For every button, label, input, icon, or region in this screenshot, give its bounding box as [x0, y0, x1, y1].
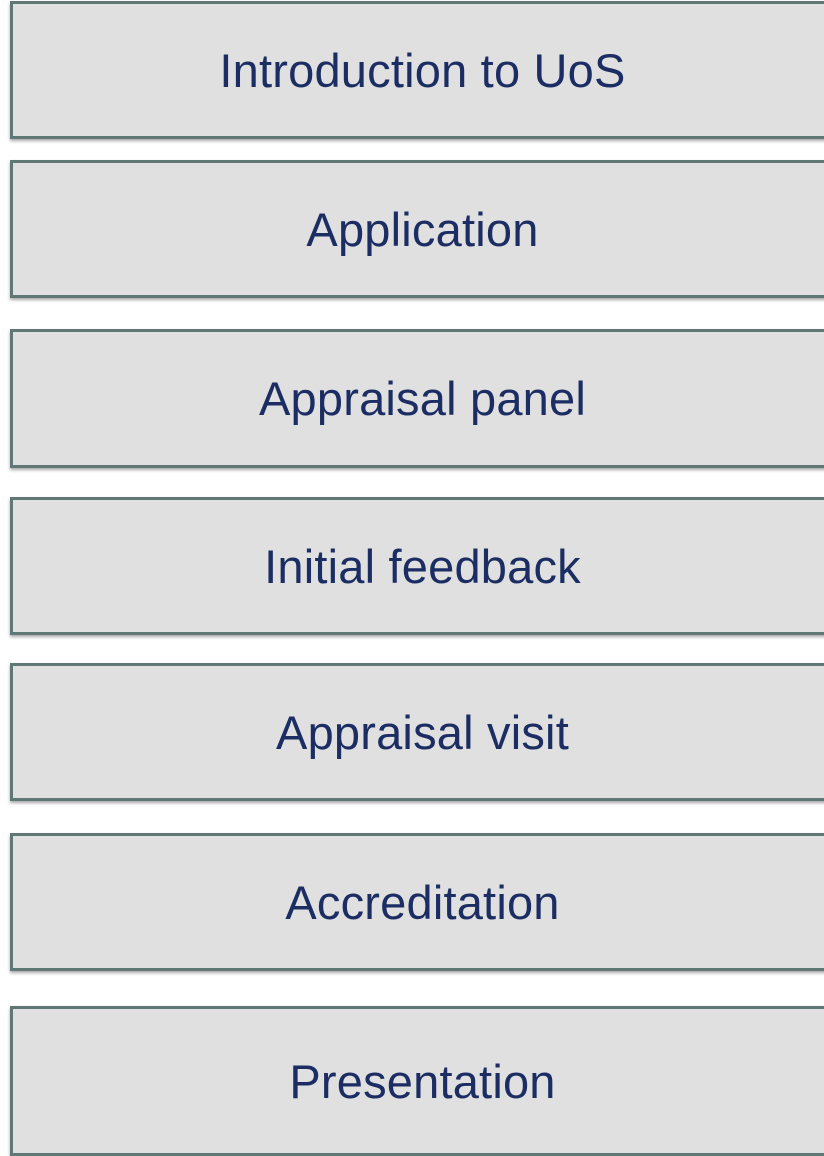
step-label: Accreditation — [285, 875, 560, 929]
step-label: Introduction to UoS — [219, 43, 626, 97]
step-appraisal-panel: Appraisal panel — [10, 329, 824, 468]
step-label: Presentation — [289, 1054, 556, 1108]
step-introduction-to-uos: Introduction to UoS — [10, 1, 824, 139]
step-appraisal-visit: Appraisal visit — [10, 663, 824, 801]
step-label: Application — [306, 202, 539, 256]
step-label: Initial feedback — [264, 539, 581, 593]
step-application: Application — [10, 160, 824, 298]
step-presentation: Presentation — [10, 1006, 824, 1156]
step-initial-feedback: Initial feedback — [10, 497, 824, 635]
process-steps-diagram: Introduction to UoS Application Appraisa… — [0, 0, 824, 1156]
step-label: Appraisal panel — [259, 372, 586, 425]
step-label: Appraisal visit — [276, 705, 569, 759]
step-accreditation: Accreditation — [10, 833, 824, 971]
